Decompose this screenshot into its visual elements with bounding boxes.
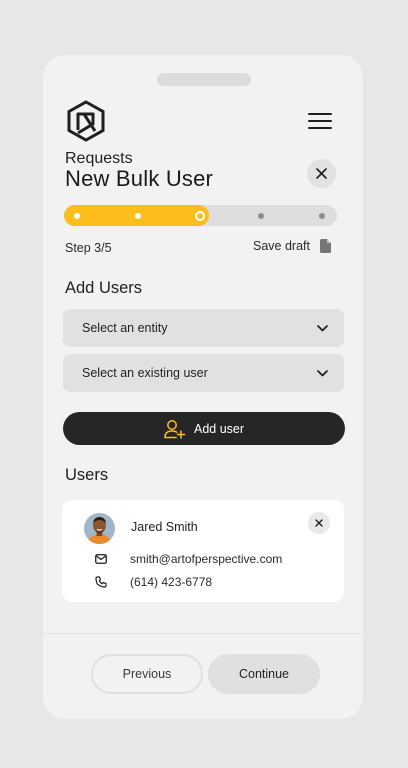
- progress-step-1: [74, 212, 80, 219]
- progress-step-4: [257, 212, 264, 219]
- close-button[interactable]: [307, 159, 336, 188]
- chevron-down-icon: [317, 369, 328, 376]
- entity-select-value: Select an entity: [82, 321, 168, 335]
- existing-user-select[interactable]: Select an existing user: [63, 354, 344, 392]
- hamburger-menu-icon[interactable]: [306, 110, 334, 132]
- menu-bar: [308, 127, 332, 129]
- close-icon: [315, 519, 323, 527]
- user-email-row: smith@artofperspective.com: [94, 552, 282, 566]
- user-phone-row: (614) 423-6778: [94, 575, 212, 589]
- previous-button[interactable]: Previous: [91, 654, 203, 694]
- progress-bar: [64, 205, 337, 226]
- page-title: New Bulk User: [65, 166, 214, 191]
- progress-step-3: [194, 210, 205, 221]
- menu-bar: [308, 113, 332, 115]
- footer-divider: [43, 633, 363, 634]
- user-card: Jared Smith smith@artofperspective.com (…: [62, 500, 344, 602]
- step-indicator: Step 3/5: [65, 241, 112, 255]
- phone-icon: [94, 575, 108, 589]
- envelope-icon: [94, 552, 108, 566]
- menu-bar: [308, 120, 332, 122]
- entity-select[interactable]: Select an entity: [63, 309, 344, 347]
- existing-user-select-value: Select an existing user: [82, 366, 208, 380]
- user-email: smith@artofperspective.com: [130, 552, 283, 566]
- users-heading: Users: [65, 466, 109, 484]
- save-draft-button[interactable]: Save draft: [253, 239, 331, 253]
- add-user-button[interactable]: Add user: [63, 412, 345, 445]
- progress-step-5: [319, 212, 325, 219]
- document-icon: [319, 239, 331, 253]
- user-phone: (614) 423-6778: [130, 575, 213, 589]
- add-users-heading: Add Users: [65, 279, 143, 297]
- hexagon-logo-icon: [67, 100, 105, 142]
- remove-user-button[interactable]: [308, 512, 330, 534]
- phone-frame: Requests New Bulk User Step 3/5 Save dra…: [43, 55, 363, 719]
- device-notch: [157, 73, 251, 86]
- user-name: Jared Smith: [131, 520, 198, 534]
- chevron-down-icon: [317, 324, 328, 331]
- progress-step-2: [135, 212, 142, 219]
- save-draft-label: Save draft: [253, 239, 310, 253]
- continue-button[interactable]: Continue: [208, 654, 320, 694]
- avatar: [84, 513, 115, 544]
- add-user-label: Add user: [193, 421, 245, 436]
- close-icon: [316, 168, 327, 179]
- user-plus-icon: [164, 419, 186, 439]
